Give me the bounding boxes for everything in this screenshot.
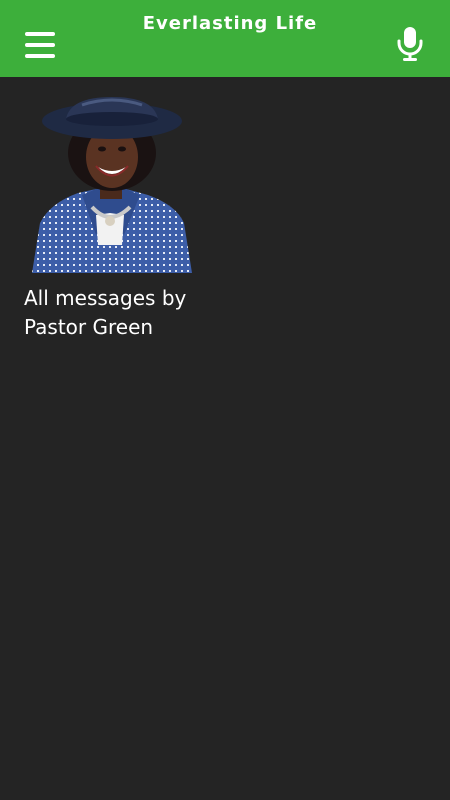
app-screen: Everlasting Life All messages by Pastor … xyxy=(0,0,450,800)
top-app-bar: Everlasting Life xyxy=(0,0,450,77)
pastor-photo xyxy=(32,97,192,273)
app-title: Everlasting Life xyxy=(142,13,318,34)
voice-search-button[interactable] xyxy=(394,26,426,62)
card-title: All messages by Pastor Green xyxy=(24,286,187,339)
microphone-icon xyxy=(397,27,423,61)
